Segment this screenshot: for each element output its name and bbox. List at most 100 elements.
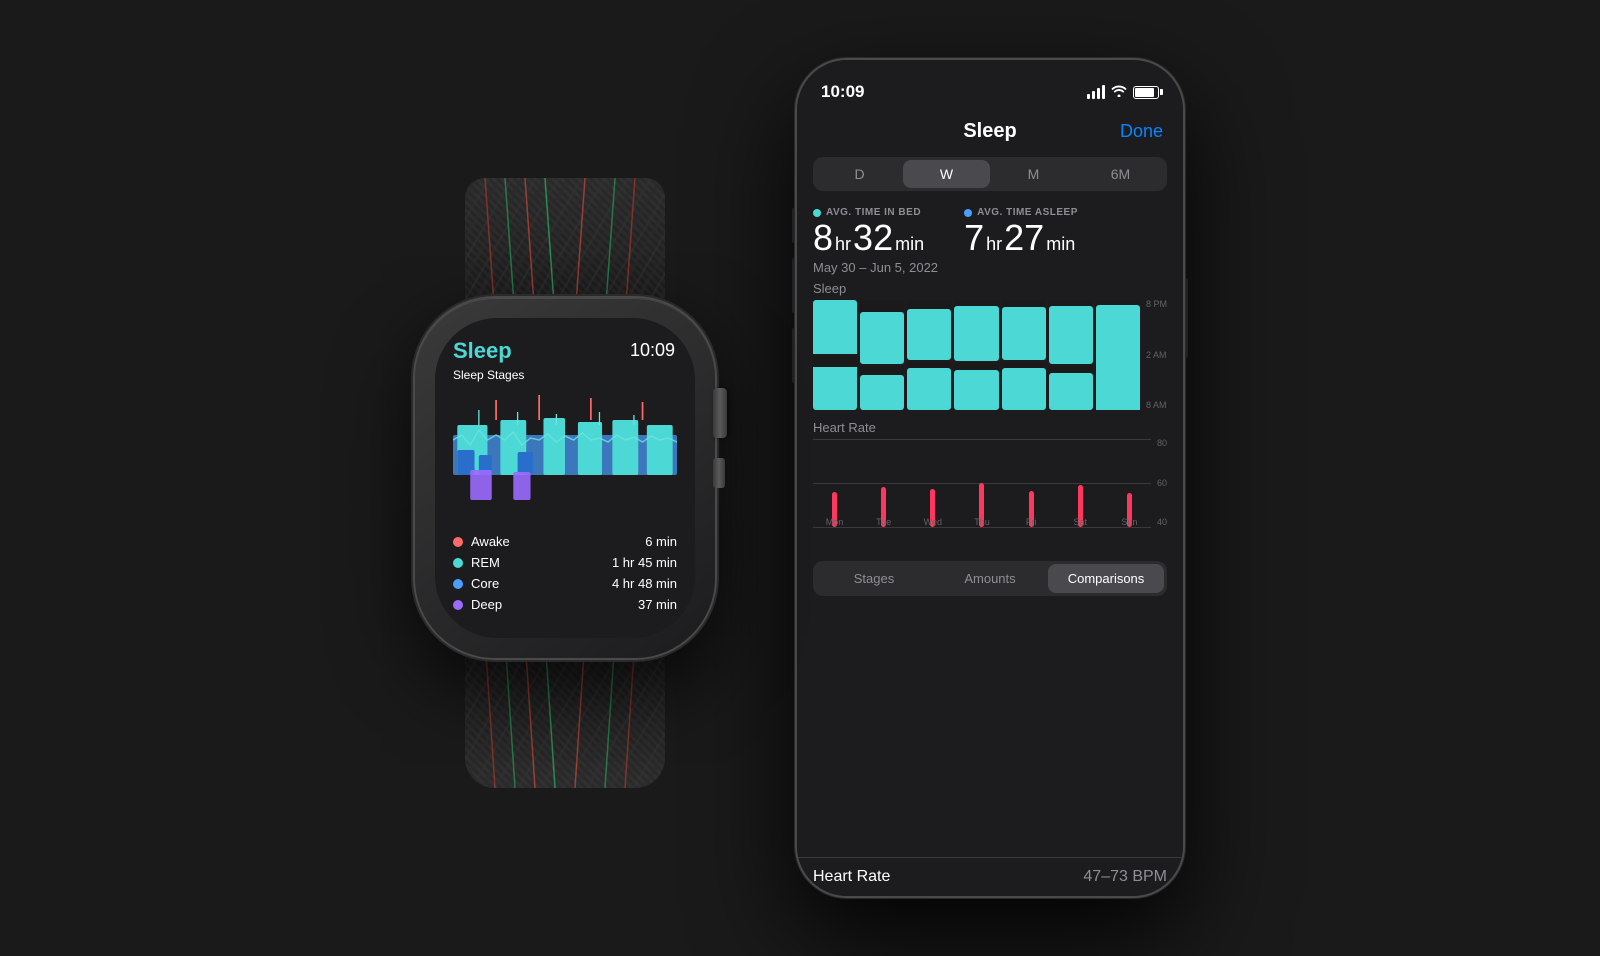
heart-chart-label: Heart Rate — [813, 420, 1167, 435]
watch-band-top — [465, 178, 665, 318]
heart-y-80: 80 — [1157, 439, 1167, 448]
sleep-y-2am: 2 AM — [1146, 351, 1167, 360]
sleep-bar-wed — [907, 300, 951, 410]
sleep-y-8am: 8 AM — [1146, 401, 1167, 410]
core-label: Core — [471, 576, 499, 591]
sleep-chart-label: Sleep — [813, 281, 1167, 296]
sleep-value: 7 hr 27 min — [964, 220, 1078, 256]
bed-minutes: 32 — [853, 220, 893, 256]
date-range: May 30 – Jun 5, 2022 — [813, 260, 1167, 275]
heart-rate-value: 47–73 BPM — [1083, 868, 1167, 886]
avg-time-asleep: AVG. TIME ASLEEP 7 hr 27 min — [964, 207, 1078, 256]
heart-bar-sun: Sun — [1108, 439, 1151, 527]
sleep-minutes: 27 — [1004, 220, 1044, 256]
sleep-min-unit: min — [1046, 234, 1075, 255]
watch-legend: Awake 6 min REM 1 hr 45 min — [453, 534, 677, 612]
heart-label-fri: Fri — [1026, 517, 1037, 527]
legend-deep: Deep 37 min — [453, 597, 677, 612]
deep-value: 37 min — [638, 597, 677, 612]
avg-time-in-bed: AVG. TIME IN BED 8 hr 32 min — [813, 207, 924, 256]
phone-body: 10:09 — [795, 58, 1185, 898]
heart-y-40: 40 — [1157, 518, 1167, 527]
phone-screen: Sleep Done D W M 6M AV — [797, 112, 1183, 896]
deep-label: Deep — [471, 597, 502, 612]
bed-hr-unit: hr — [835, 234, 851, 255]
phone-container: 10:09 — [795, 58, 1185, 898]
legend-awake: Awake 6 min — [453, 534, 677, 549]
heart-bar-tue: Tue — [862, 439, 905, 527]
tab-amounts[interactable]: Amounts — [932, 564, 1048, 593]
status-icons — [1087, 84, 1159, 100]
watch-band-bottom — [465, 638, 665, 788]
nav-done-button[interactable]: Done — [1120, 121, 1163, 142]
heart-rate-row: Heart Rate 47–73 BPM — [797, 857, 1183, 896]
rem-dot — [453, 558, 463, 568]
watch-subtitle: Sleep Stages — [453, 368, 677, 382]
tab-stages[interactable]: Stages — [816, 564, 932, 593]
awake-label: Awake — [471, 534, 510, 549]
heart-rate-label: Heart Rate — [813, 868, 890, 886]
heart-label-wed: Wed — [924, 517, 942, 527]
bed-min-unit: min — [895, 234, 924, 255]
wifi-icon — [1111, 84, 1127, 100]
heart-label-sun: Sun — [1121, 517, 1137, 527]
sleep-bar-tue — [860, 300, 904, 410]
sleep-bar-fri — [1002, 300, 1046, 410]
sleep-chart-section: Sleep — [797, 281, 1183, 416]
sleep-bar-mon — [813, 300, 857, 410]
tab-comparisons[interactable]: Comparisons — [1048, 564, 1164, 593]
watch-title: Sleep — [453, 338, 512, 364]
stats-area: AVG. TIME IN BED 8 hr 32 min — [797, 199, 1183, 281]
status-bar: 10:09 — [797, 60, 1183, 112]
heart-chart-section: Heart Rate — [797, 416, 1183, 555]
segment-week[interactable]: W — [903, 160, 990, 188]
deep-dot — [453, 600, 463, 610]
bed-value: 8 hr 32 min — [813, 220, 924, 256]
watch-crown[interactable] — [713, 388, 727, 438]
heart-bar-sat: Sat — [1059, 439, 1102, 527]
watch-body: Sleep 10:09 Sleep Stages — [415, 298, 715, 658]
heart-y-60: 60 — [1157, 479, 1167, 488]
period-segment-control[interactable]: D W M 6M — [813, 157, 1167, 191]
heart-bar-mon: Mon — [813, 439, 856, 527]
segment-day[interactable]: D — [816, 160, 903, 188]
sleep-hours: 7 — [964, 220, 984, 256]
rem-value: 1 hr 45 min — [612, 555, 677, 570]
stats-row: AVG. TIME IN BED 8 hr 32 min — [813, 207, 1167, 256]
watch-screen: Sleep 10:09 Sleep Stages — [435, 318, 695, 638]
legend-rem: REM 1 hr 45 min — [453, 555, 677, 570]
sleep-hr-unit: hr — [986, 234, 1002, 255]
battery-icon — [1133, 86, 1159, 99]
watch-sleep-chart — [453, 390, 677, 520]
heart-y-axis: 80 60 40 — [1151, 439, 1167, 549]
sleep-bar-sat — [1049, 300, 1093, 410]
rem-label: REM — [471, 555, 500, 570]
heart-label-mon: Mon — [826, 517, 844, 527]
segment-month[interactable]: M — [990, 160, 1077, 188]
scene: Sleep 10:09 Sleep Stages — [0, 0, 1600, 956]
segment-sixmonth[interactable]: 6M — [1077, 160, 1164, 188]
nav-title: Sleep — [963, 120, 1016, 143]
status-time: 10:09 — [821, 82, 864, 102]
heart-label-thu: Thu — [974, 517, 990, 527]
bed-dot — [813, 209, 821, 217]
awake-value: 6 min — [645, 534, 677, 549]
awake-dot — [453, 537, 463, 547]
sleep-dot — [964, 209, 972, 217]
legend-core: Core 4 hr 48 min — [453, 576, 677, 591]
sleep-y-axis: 8 PM 2 AM 8 AM — [1140, 300, 1167, 410]
watch-side-button[interactable] — [713, 458, 725, 488]
sleep-bar-sun — [1096, 300, 1140, 410]
heart-label-sat: Sat — [1074, 517, 1088, 527]
core-dot — [453, 579, 463, 589]
chart-type-tabs[interactable]: Stages Amounts Comparisons — [813, 561, 1167, 596]
sleep-y-8pm: 8 PM — [1146, 300, 1167, 309]
heart-bar-fri: Fri — [1010, 439, 1053, 527]
heart-label-tue: Tue — [876, 517, 891, 527]
watch-container: Sleep 10:09 Sleep Stages — [415, 298, 715, 658]
signal-strength-icon — [1087, 85, 1105, 99]
sleep-bar-thu — [954, 300, 998, 410]
heart-bar-thu: Thu — [960, 439, 1003, 527]
heart-bar-wed: Wed — [911, 439, 954, 527]
bed-hours: 8 — [813, 220, 833, 256]
